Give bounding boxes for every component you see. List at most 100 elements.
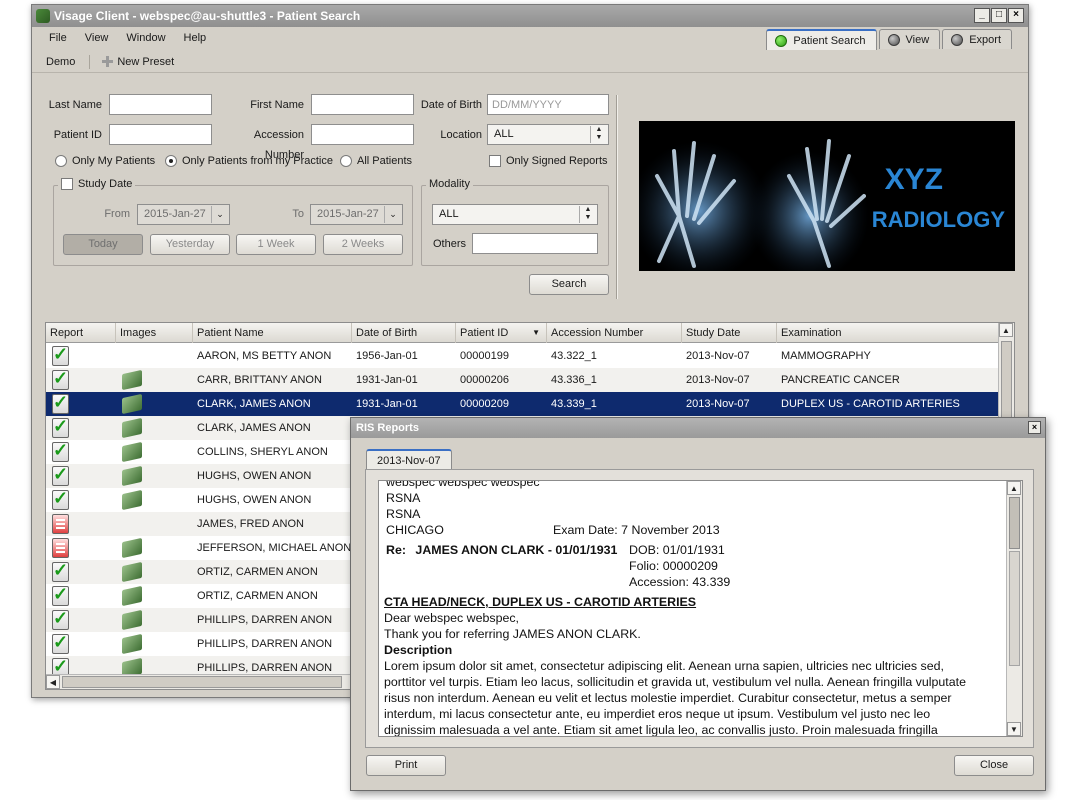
report-signed-icon[interactable] xyxy=(52,584,69,606)
banner-line2: RADIOLOGY xyxy=(871,207,1005,232)
images-available-icon[interactable] xyxy=(122,441,142,463)
tab-report-date[interactable]: 2013-Nov-07 xyxy=(366,449,452,470)
search-button[interactable]: Search xyxy=(529,274,609,295)
col-dob[interactable]: Date of Birth xyxy=(352,323,456,343)
from-date-select[interactable]: 2015-Jan-27 ⌄ xyxy=(137,204,230,225)
menu-window[interactable]: Window xyxy=(117,28,174,48)
chevron-down-icon: ⌄ xyxy=(384,206,401,223)
yesterday-button[interactable]: Yesterday xyxy=(150,234,230,255)
report-signed-icon[interactable] xyxy=(52,368,69,390)
report-text-area[interactable]: webspec webspec webspec RSNA RSNA CHICAG… xyxy=(378,480,1023,737)
report-signed-icon[interactable] xyxy=(52,632,69,654)
scroll-left-icon[interactable]: ◀ xyxy=(46,675,60,689)
report-signed-icon[interactable] xyxy=(52,488,69,510)
report-folio: Folio: 00000209 xyxy=(629,559,718,573)
images-available-icon[interactable] xyxy=(122,489,142,511)
report-signed-icon[interactable] xyxy=(52,416,69,438)
close-icon[interactable]: × xyxy=(1028,421,1041,434)
radio-practice-patients[interactable]: Only Patients from my Practice xyxy=(165,155,333,167)
report-unsigned-icon[interactable] xyxy=(52,514,69,534)
radio-only-my-patients[interactable]: Only My Patients xyxy=(55,155,155,167)
cell-dob: 1931-Jan-01 xyxy=(356,398,418,410)
menu-file[interactable]: File xyxy=(40,28,76,48)
table-row[interactable]: AARON, MS BETTY ANON 1956-Jan-01 00000199 4… xyxy=(46,344,999,368)
close-dialog-button[interactable]: Close xyxy=(954,755,1034,776)
menu-help[interactable]: Help xyxy=(175,28,216,48)
report-signed-icon[interactable] xyxy=(52,608,69,630)
print-button[interactable]: Print xyxy=(366,755,446,776)
report-folio-row: Folio: 00000209 xyxy=(384,559,1004,575)
patient-id-input[interactable] xyxy=(109,124,212,145)
to-date-select[interactable]: 2015-Jan-27 ⌄ xyxy=(310,204,403,225)
images-available-icon[interactable] xyxy=(122,369,142,391)
demo-preset-button[interactable]: Demo xyxy=(46,56,75,68)
images-available-icon[interactable] xyxy=(122,537,142,559)
report-vertical-scrollbar[interactable]: ▲ ▼ xyxy=(1006,481,1022,736)
cell-name: HUGHS, OWEN ANON xyxy=(197,494,312,506)
images-available-icon[interactable] xyxy=(122,609,142,631)
report-signed-icon[interactable] xyxy=(52,440,69,462)
modality-select[interactable]: ALL ▲ ▼ xyxy=(432,204,598,225)
last-name-input[interactable] xyxy=(109,94,212,115)
first-name-input[interactable] xyxy=(311,94,414,115)
images-available-icon[interactable] xyxy=(122,417,142,439)
report-line: RSNA xyxy=(386,491,421,505)
dialog-title-bar[interactable]: RIS Reports × xyxy=(351,418,1045,438)
today-button[interactable]: Today xyxy=(63,234,143,255)
tab-patient-search[interactable]: Patient Search xyxy=(766,29,877,50)
cell-name: CLARK, JAMES ANON xyxy=(197,422,311,434)
report-signed-icon[interactable] xyxy=(52,560,69,582)
menu-view[interactable]: View xyxy=(76,28,118,48)
col-patient-id[interactable]: Patient ID ▼ xyxy=(456,323,547,343)
report-signed-icon[interactable] xyxy=(52,344,69,366)
scroll-up-icon[interactable]: ▲ xyxy=(999,323,1013,337)
dob-input[interactable] xyxy=(487,94,609,115)
images-available-icon[interactable] xyxy=(122,585,142,607)
toolbar-separator xyxy=(89,54,91,69)
col-examination[interactable]: Examination xyxy=(777,323,999,343)
new-preset-button[interactable]: New Preset xyxy=(102,56,174,68)
images-available-icon[interactable] xyxy=(122,633,142,655)
scroll-down-icon[interactable]: ▼ xyxy=(1007,722,1021,736)
sort-desc-icon: ▼ xyxy=(532,328,540,337)
table-row[interactable]: CARR, BRITTANY ANON 1931-Jan-01 00000206 43… xyxy=(46,368,999,392)
col-study-date[interactable]: Study Date xyxy=(682,323,777,343)
cell-exam: MAMMOGRAPHY xyxy=(781,350,871,362)
radio-circle-icon xyxy=(55,155,67,167)
report-signed-icon[interactable] xyxy=(52,392,69,414)
form-divider xyxy=(616,95,618,299)
col-accession[interactable]: Accession Number xyxy=(547,323,682,343)
col-images[interactable]: Images xyxy=(116,323,193,343)
close-button[interactable]: × xyxy=(1008,8,1024,23)
maximize-button[interactable]: □ xyxy=(991,8,1007,23)
one-week-button[interactable]: 1 Week xyxy=(236,234,316,255)
two-weeks-button[interactable]: 2 Weeks xyxy=(323,234,403,255)
study-date-toggle[interactable]: Study Date xyxy=(58,178,136,190)
scroll-track[interactable] xyxy=(1009,551,1020,666)
images-available-icon[interactable] xyxy=(122,465,142,487)
report-unsigned-icon[interactable] xyxy=(52,538,69,558)
scroll-up-icon[interactable]: ▲ xyxy=(1007,481,1021,495)
table-row[interactable]: CLARK, JAMES ANON 1931-Jan-01 00000209 43.3… xyxy=(46,392,999,416)
images-available-icon[interactable] xyxy=(122,561,142,583)
accession-input[interactable] xyxy=(311,124,414,145)
checkbox-icon xyxy=(489,155,501,167)
others-input[interactable] xyxy=(472,233,598,254)
tab-export[interactable]: Export xyxy=(942,29,1012,49)
location-select[interactable]: ALL ▲ ▼ xyxy=(487,124,609,145)
title-bar[interactable]: Visage Client - webspec@au-shuttle3 - Pa… xyxy=(32,5,1028,27)
col-patient-name[interactable]: Patient Name xyxy=(193,323,352,343)
minimize-button[interactable]: _ xyxy=(974,8,990,23)
cell-name: ORTIZ, CARMEN ANON xyxy=(197,566,318,578)
tab-label: Export xyxy=(969,33,1001,46)
new-preset-label: New Preset xyxy=(117,55,175,68)
report-signed-icon[interactable] xyxy=(52,464,69,486)
col-report[interactable]: Report xyxy=(46,323,116,343)
radio-all-patients[interactable]: All Patients xyxy=(340,155,412,167)
scroll-thumb[interactable] xyxy=(1009,497,1020,549)
only-signed-checkbox[interactable]: Only Signed Reports xyxy=(489,155,608,167)
tab-label: View xyxy=(905,33,930,46)
scroll-thumb[interactable] xyxy=(62,676,342,688)
tab-view[interactable]: View xyxy=(878,29,941,49)
images-available-icon[interactable] xyxy=(122,393,142,415)
